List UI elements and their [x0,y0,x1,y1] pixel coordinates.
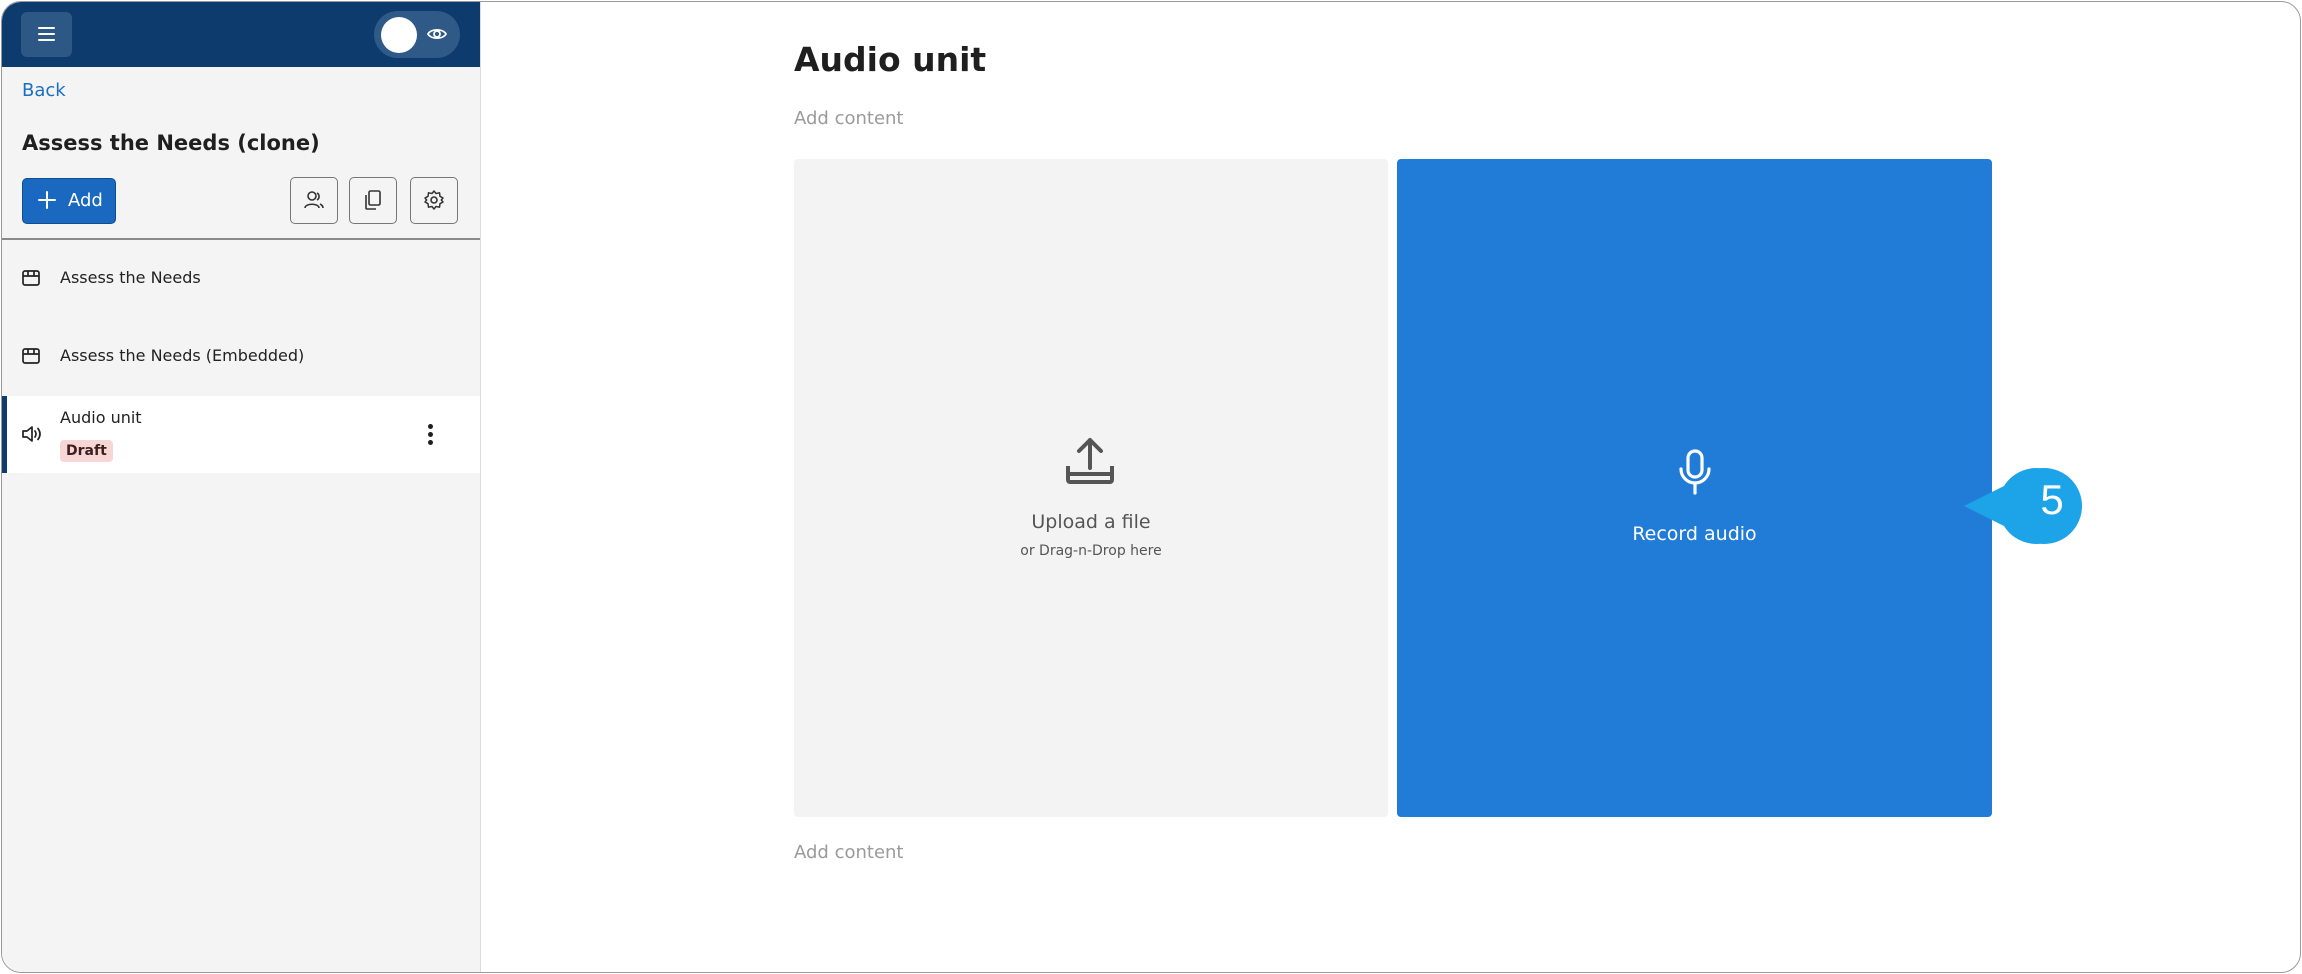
course-title: Assess the Needs (clone) [22,131,320,155]
sidebar-item-label: Assess the Needs (Embedded) [60,346,305,365]
upload-sublabel: or Drag-n-Drop here [1020,543,1162,559]
active-indicator [2,396,7,473]
hamburger-icon [38,27,55,29]
eye-icon [427,28,447,40]
sidebar-item-audio-unit[interactable]: Audio unit Draft [2,396,480,473]
upload-file-dropzone[interactable]: Upload a file or Drag-n-Drop here [794,159,1388,817]
copy-button[interactable] [349,177,397,224]
users-button[interactable] [290,177,338,224]
gear-icon [424,190,444,210]
add-content-top[interactable]: Add content [794,108,904,129]
status-badge: Draft [60,440,113,462]
preview-toggle[interactable] [374,11,460,58]
copy-icon [365,190,381,210]
sidebar-item-label: Assess the Needs [60,268,201,287]
add-button[interactable]: Add [22,178,116,224]
record-audio-button[interactable]: Record audio [1397,159,1992,817]
calendar-box-icon [22,270,40,286]
toggle-knob [381,17,417,53]
sidebar-item-label: Audio unit [60,408,142,427]
back-link[interactable]: Back [22,80,66,101]
sidebar: Back Assess the Needs (clone) Add Assess… [2,2,481,972]
upload-icon [1066,438,1114,484]
add-content-bottom[interactable]: Add content [794,842,904,863]
sidebar-topbar [2,2,480,67]
app-window: Back Assess the Needs (clone) Add Assess… [1,1,2301,973]
users-icon [304,191,324,209]
settings-button[interactable] [410,177,458,224]
sidebar-item-assess-the-needs-embedded[interactable]: Assess the Needs (Embedded) [2,318,480,395]
step-number: 5 [2040,476,2064,523]
upload-label: Upload a file [1031,511,1151,533]
menu-button[interactable] [21,12,72,57]
plus-icon [38,191,56,209]
add-button-label: Add [68,190,103,211]
more-options-icon[interactable] [428,424,433,448]
page-title: Audio unit [794,40,987,79]
calendar-box-icon [22,348,40,364]
speaker-icon [22,426,41,442]
microphone-icon [1679,449,1711,495]
sidebar-item-assess-the-needs[interactable]: Assess the Needs [2,240,480,317]
record-audio-label: Record audio [1632,523,1757,545]
